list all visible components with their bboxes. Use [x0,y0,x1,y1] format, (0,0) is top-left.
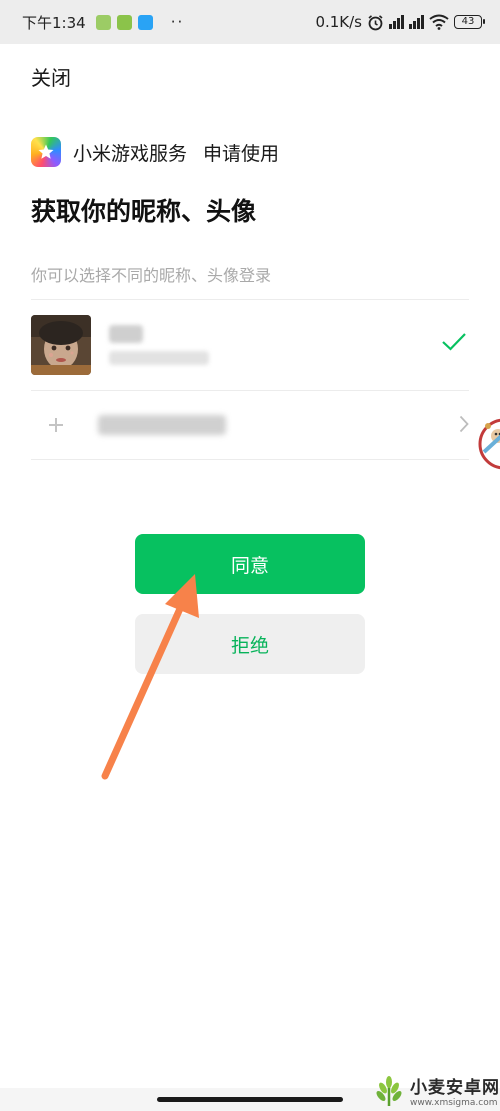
close-button[interactable]: 关闭 [31,62,71,91]
watermark-url: www.xmsigma.com [410,1098,498,1108]
watermark: 小麦安卓网 www.xmsigma.com [372,1073,500,1108]
avatar [31,315,91,375]
status-bar: 下午1:34 ·· 0.1K/s 43 [0,0,500,44]
arrow-pointer-icon [101,574,199,780]
page-title: 获取你的昵称、头像 [31,197,257,226]
app-notification-icon [116,14,132,30]
cloud-icon [137,14,153,30]
hint-text: 你可以选择不同的昵称、头像登录 [31,266,272,285]
watermark-text: 小麦安卓网 [410,1078,500,1098]
requesting-app: 小米游戏服务 申请使用 [31,137,279,167]
agree-button[interactable]: 同意 [135,534,365,594]
account-nickname-blurred [109,325,143,343]
more-dots-icon: ·· [170,13,185,31]
check-icon [442,333,466,351]
app-name: 小米游戏服务 [73,142,188,165]
network-speed: 0.1K/s [315,13,362,31]
sticker-icon [478,418,500,470]
new-profile-label-blurred [98,415,226,435]
chevron-right-icon [459,415,469,433]
battery-icon: 43 [454,15,485,29]
wheat-logo-icon [376,1075,402,1106]
app-logo-icon [31,137,61,167]
account-option-current[interactable] [31,300,469,390]
request-text: 申请使用 [203,142,280,165]
alarm-icon [368,14,383,30]
app-notification-icon [95,14,111,30]
new-profile-option[interactable] [31,391,469,459]
signal-hd-icon [409,15,424,29]
home-indicator[interactable] [157,1097,343,1102]
divider [31,459,469,460]
reject-button[interactable]: 拒绝 [135,614,365,674]
wifi-icon [429,14,449,30]
plus-icon [46,415,66,435]
status-time: 下午1:34 [22,13,86,32]
signal-hd-icon [389,15,404,29]
account-subtitle-blurred [109,351,209,365]
